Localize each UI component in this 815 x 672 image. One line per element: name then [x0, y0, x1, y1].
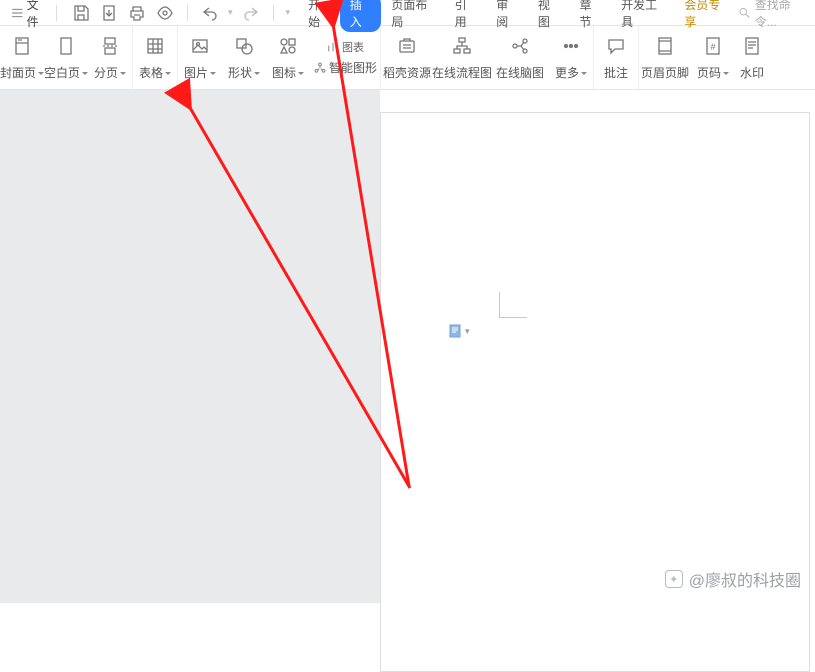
flowchart-button[interactable]: 在线流程图: [433, 27, 491, 89]
icon-label: 图标: [272, 64, 304, 81]
shape-icon: [234, 34, 254, 58]
cover-page-icon: [12, 34, 32, 58]
group-illustrations: 图片 形状 图标 图表 智能图形: [178, 26, 381, 89]
mindmap-icon: [510, 34, 530, 58]
group-table: 表格: [133, 26, 178, 89]
blank-page-icon: [56, 34, 76, 58]
picture-icon: [190, 34, 210, 58]
docer-button[interactable]: 稻壳资源: [381, 27, 433, 89]
comment-button[interactable]: 批注: [594, 27, 638, 89]
image-watermark: ✦ @廖叔的科技圈: [665, 567, 801, 591]
preview-icon[interactable]: [155, 3, 175, 23]
comment-icon: [606, 34, 626, 58]
picture-button[interactable]: 图片: [178, 27, 222, 89]
group-headerfooter: 页眉页脚 # 页码 水印: [639, 26, 769, 89]
cover-page-label: 封面页: [0, 64, 44, 81]
table-icon: [145, 34, 165, 58]
group-comment: 批注: [594, 26, 639, 89]
picture-label: 图片: [184, 64, 216, 81]
watermark-icon: [742, 34, 762, 58]
shape-button[interactable]: 形状: [222, 27, 266, 89]
headerfooter-icon: [655, 34, 675, 58]
menu-hamburger-icon: [10, 3, 25, 23]
pagenum-button[interactable]: # 页码: [691, 27, 735, 89]
watermark-text: @廖叔的科技圈: [689, 567, 801, 591]
ribbon-insert: 封面页 空白页 分页 表格 图片 形状 图标 图表: [0, 26, 815, 90]
export-icon[interactable]: [99, 3, 119, 23]
save-icon[interactable]: [71, 3, 91, 23]
svg-text:#: #: [710, 42, 715, 52]
mindmap-label: 在线脑图: [496, 64, 544, 81]
watermark-badge-icon: ✦: [665, 570, 683, 588]
blank-page-button[interactable]: 空白页: [44, 27, 88, 89]
page-anchor-icon[interactable]: ▾: [449, 324, 470, 338]
dropdown-caret-icon[interactable]: ▾: [228, 7, 233, 18]
divider: [56, 5, 57, 21]
table-label: 表格: [139, 64, 171, 81]
more-button[interactable]: 更多: [549, 27, 593, 89]
more-label: 更多: [555, 64, 587, 81]
workspace-background: [0, 90, 380, 603]
smartart-label: 智能图形: [329, 59, 377, 76]
blank-page-label: 空白页: [44, 64, 88, 81]
page-break-button[interactable]: 分页: [88, 27, 132, 89]
table-button[interactable]: 表格: [133, 27, 177, 89]
comment-label: 批注: [604, 64, 628, 81]
watermark-button[interactable]: 水印: [735, 27, 769, 89]
page-break-label: 分页: [94, 64, 126, 81]
chart-label: 图表: [342, 39, 364, 55]
cover-page-button[interactable]: 封面页: [0, 27, 44, 89]
pagenum-icon: #: [703, 34, 723, 58]
smartart-icon: [313, 61, 327, 75]
icon-button[interactable]: 图标: [266, 27, 310, 89]
headerfooter-button[interactable]: 页眉页脚: [639, 27, 691, 89]
divider: [187, 5, 188, 21]
headerfooter-label: 页眉页脚: [641, 64, 689, 81]
more-icon: [561, 34, 581, 58]
page-break-icon: [100, 34, 120, 58]
flowchart-icon: [452, 34, 472, 58]
watermark-label: 水印: [740, 64, 764, 81]
document-workspace: ▾: [0, 90, 815, 603]
pagenum-label: 页码: [697, 64, 729, 81]
divider: [273, 5, 274, 21]
mindmap-button[interactable]: 在线脑图: [491, 27, 549, 89]
icon-icon: [278, 34, 298, 58]
dropdown-caret-icon: ▾: [465, 326, 470, 337]
chart-smartart-button[interactable]: 图表 智能图形: [310, 27, 380, 89]
qat-customize-icon[interactable]: ▾: [286, 7, 291, 18]
document-icon: [449, 324, 461, 338]
redo-icon[interactable]: [241, 3, 261, 23]
chart-icon: [326, 40, 340, 54]
shape-label: 形状: [228, 64, 260, 81]
search-icon: [738, 6, 751, 20]
menu-bar: 文件 ▾ ▾ 开始 插入 页面布局 引用 审阅 视图 章节 开发工具 会员专享 …: [0, 0, 815, 26]
undo-icon[interactable]: [200, 3, 220, 23]
docer-label: 稻壳资源: [383, 64, 431, 81]
docer-icon: [397, 34, 417, 58]
group-resources: 稻壳资源 在线流程图 在线脑图 更多: [381, 26, 594, 89]
print-icon[interactable]: [127, 3, 147, 23]
flowchart-label: 在线流程图: [432, 64, 492, 81]
quick-access-toolbar: ▾ ▾: [63, 3, 298, 23]
page-margin-corner: [499, 292, 527, 318]
group-pages: 封面页 空白页 分页: [0, 26, 133, 89]
